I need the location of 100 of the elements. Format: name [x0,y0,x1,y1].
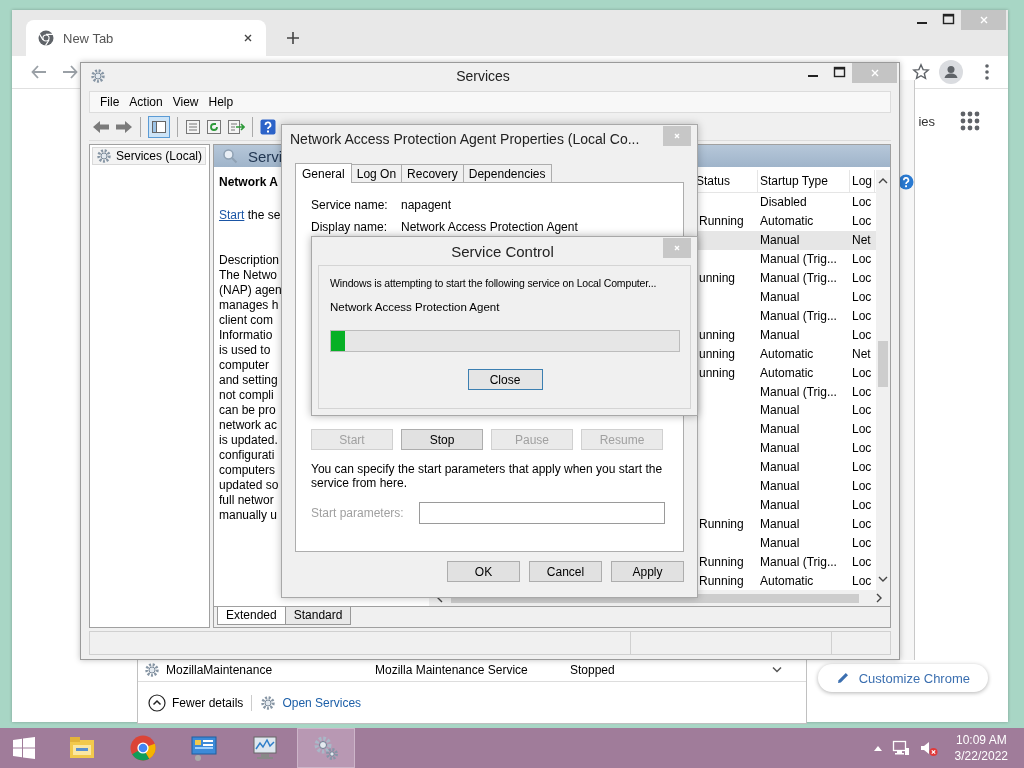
table-cell-text: Manual [759,535,801,550]
column-header[interactable]: Startup Type [758,170,850,192]
table-cell-text: Loc [851,384,873,399]
menu-item[interactable]: Help [203,95,239,109]
description-text: is updated. [219,433,278,448]
table-cell-text: Manual [759,327,801,342]
table-cell-text: unning [698,365,737,380]
dialog-title: Network Access Protection Agent Properties (Local Co... [290,131,641,147]
table-cell-text: Stopped [570,663,616,677]
table-cell-text: MozillaMaintenance [166,663,274,677]
tab[interactable]: Recovery [401,164,464,182]
table-cell-text: Loc [851,327,873,342]
table-cell-text: Manual (Trig... [759,271,838,286]
table-cell-text: Manual [759,441,801,456]
description-text: manages h [219,298,279,313]
table-cell-text: Net [851,346,872,361]
table-cell-text: Loc [851,271,873,286]
description-text: can be pro [219,403,276,418]
table-cell-text: Manual [759,290,801,304]
description-text: network ac [219,418,278,433]
description-text: (NAP) agen [219,283,282,298]
browser-tab[interactable]: New Tab [26,20,266,56]
table-cell-text: Manual (Trig... [759,308,838,323]
description-text: computers [219,463,276,478]
fewer-details-link[interactable]: Fewer details [148,693,244,712]
description-text: and setting [219,373,278,388]
tab[interactable]: General [295,163,352,183]
tab[interactable]: Dependencies [462,164,552,182]
view-tab[interactable]: Standard [284,607,352,625]
table-cell-text: Loc [851,554,873,569]
table-cell-text: Loc [851,497,873,512]
description-text: full networ [219,493,274,508]
table-cell-text: Loc [851,573,873,588]
start-link[interactable]: Start [219,208,245,222]
description-text: computer [219,358,270,373]
description-text: client com [219,313,274,328]
tree-item[interactable]: Services (Local) [92,147,207,165]
table-cell-text: Loc [851,403,873,418]
table-cell-text: Running [698,573,745,588]
description-text: not compli [219,388,274,403]
menu-item[interactable]: File [95,95,125,109]
field-label: Service name: [311,198,389,212]
table-cell-text: Loc [851,422,873,437]
description-text: configurati [219,448,275,463]
description-label: Description [219,253,280,268]
link[interactable]: ies [918,113,935,129]
description-text: The Netwo [219,268,278,283]
table-cell-text: Loc [851,441,873,456]
description-text: manually u [219,508,278,523]
table-cell-text: Loc [851,214,873,229]
description-text: is used to [219,343,271,358]
button[interactable]: OK [447,561,520,582]
field-value: Network Access Protection Agent [401,220,578,234]
table-cell-text: Running [698,554,745,569]
table-cell-text: Loc [851,460,873,475]
clock[interactable]: 10:09 AM 3/22/2022 [954,732,1008,764]
table-cell-text: Loc [851,516,873,531]
table-cell-text: Loc [851,290,873,304]
table-cell-text: unning [698,346,737,361]
button[interactable]: Stop [401,429,483,450]
menu-item[interactable]: View [167,95,204,109]
table-cell-text: Mozilla Maintenance Service [375,663,529,677]
message-text: Windows is attempting to start the following service on Local Computer... [330,276,658,290]
window-title: Services [455,68,511,84]
table-cell-text: Automatic [759,214,815,229]
table-cell-text: Running [698,214,745,229]
table-cell-text: Automatic [759,365,815,380]
table-cell-text: Manual (Trig... [759,252,838,267]
description-text: updated so [219,478,279,493]
view-tab[interactable]: Extended [217,607,286,625]
hint-text: You can specify the start parameters that apply when you start the service from here. [311,462,664,490]
customize-button[interactable]: Customize Chrome [817,664,988,692]
table-cell-text: Loc [851,195,873,210]
table-cell-text: Manual [759,479,801,494]
table-cell-text: unning [698,327,737,342]
open-services-link[interactable]: Open Services [260,694,362,711]
table-cell-text: Loc [851,252,873,267]
field-label: Display name: [311,220,389,234]
table-cell-text: Disabled [759,195,808,210]
button[interactable]: Apply [611,561,684,582]
table-cell-text: Net [851,233,872,248]
table-cell-text: Manual (Trig... [759,384,838,399]
table-cell-text: Manual [759,460,801,475]
table-cell-text: Manual [759,422,801,437]
tab[interactable]: Log On [350,164,403,182]
menu-item[interactable]: Action [124,95,168,109]
button[interactable]: Cancel [529,561,602,582]
field-label: Start parameters: [311,506,405,520]
table-cell-text: Manual [759,233,801,248]
column-header[interactable]: Log [850,170,875,192]
table-cell-text: Running [698,516,745,531]
table-cell-text: Automatic [759,573,815,588]
table-cell-text: Manual [759,403,801,418]
close-button[interactable]: Close [467,369,543,390]
description-text: Informatio [219,328,273,343]
table-cell-text: unning [698,271,737,286]
service-name: Network A [219,175,278,190]
start-text: Start the se [219,208,281,223]
table-cell-text: Manual (Trig... [759,554,838,569]
service-name: Network Access Protection Agent [330,301,501,313]
